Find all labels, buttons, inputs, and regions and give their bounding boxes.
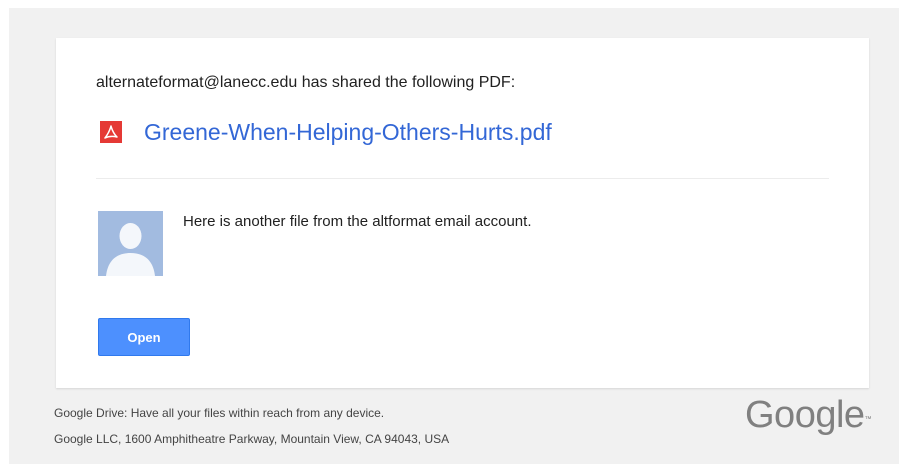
shared-file-row: Greene-When-Helping-Others-Hurts.pdf [100, 118, 552, 146]
open-button[interactable]: Open [98, 318, 190, 356]
shared-file-link[interactable]: Greene-When-Helping-Others-Hurts.pdf [144, 119, 552, 146]
sender-avatar [98, 211, 163, 276]
sender-message: Here is another file from the altformat … [183, 213, 532, 230]
pdf-icon [100, 121, 122, 143]
footer-tagline: Google Drive: Have all your files within… [54, 406, 385, 420]
divider [96, 178, 829, 179]
trademark-mark: ™ [864, 416, 872, 423]
google-logo: Google™ [745, 394, 872, 437]
email-background: alternateformat@lanecc.edu has shared th… [9, 8, 899, 464]
footer-address: Google LLC, 1600 Amphitheatre Parkway, M… [54, 432, 450, 446]
email-card: alternateformat@lanecc.edu has shared th… [56, 38, 869, 388]
google-logo-text: Google [745, 394, 865, 436]
share-notice: alternateformat@lanecc.edu has shared th… [96, 74, 516, 91]
